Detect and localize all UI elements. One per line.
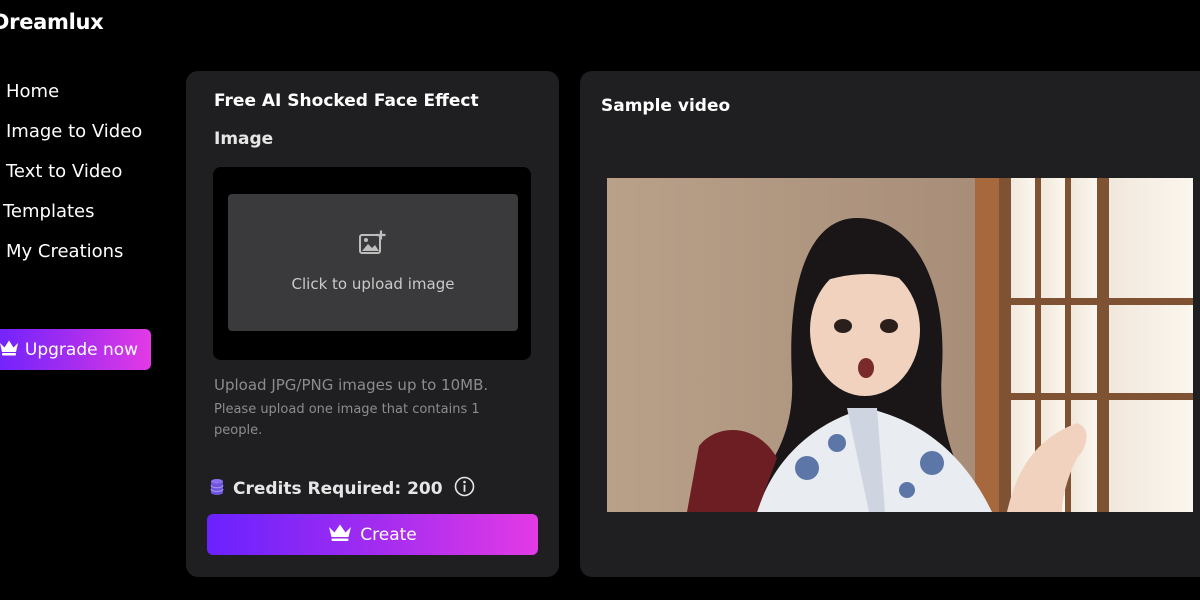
create-label: Create <box>360 524 417 545</box>
sample-video[interactable] <box>607 178 1193 512</box>
add-image-icon <box>358 229 388 261</box>
credits-required: Credits Required: 200 <box>210 476 475 502</box>
nav-text-to-video[interactable]: Text to Video <box>0 158 142 198</box>
effect-title: Free AI Shocked Face Effect <box>214 91 479 111</box>
credits-text: Credits Required: 200 <box>233 479 443 499</box>
image-section-label: Image <box>214 129 274 149</box>
crown-icon <box>328 523 352 547</box>
brand-logo[interactable]: Dreamlux <box>0 10 104 34</box>
coins-icon <box>210 478 224 501</box>
upgrade-label: Upgrade now <box>24 339 139 360</box>
sample-video-frame <box>607 178 1193 512</box>
create-button[interactable]: Create <box>207 514 538 555</box>
nav-templates[interactable]: Templates <box>0 198 142 238</box>
sample-video-title: Sample video <box>601 96 731 116</box>
upload-prompt: Click to upload image <box>291 274 455 293</box>
effect-panel: Free AI Shocked Face Effect Image Click … <box>186 71 559 577</box>
nav-image-to-video[interactable]: Image to Video <box>0 118 142 158</box>
upload-container: Click to upload image <box>213 167 531 360</box>
upgrade-button[interactable]: Upgrade now <box>0 329 151 370</box>
upload-format-hint: Upload JPG/PNG images up to 10MB. <box>214 376 489 394</box>
upload-dropzone[interactable]: Click to upload image <box>228 194 518 331</box>
nav-my-creations[interactable]: My Creations <box>0 238 142 278</box>
crown-icon <box>0 339 19 361</box>
sidebar-nav: Home Image to Video Text to Video Templa… <box>0 78 142 278</box>
upload-people-hint: Please upload one image that contains 1 … <box>214 402 480 438</box>
info-icon[interactable] <box>454 476 475 502</box>
nav-home[interactable]: Home <box>0 78 142 118</box>
sample-panel: Sample video <box>580 71 1200 577</box>
